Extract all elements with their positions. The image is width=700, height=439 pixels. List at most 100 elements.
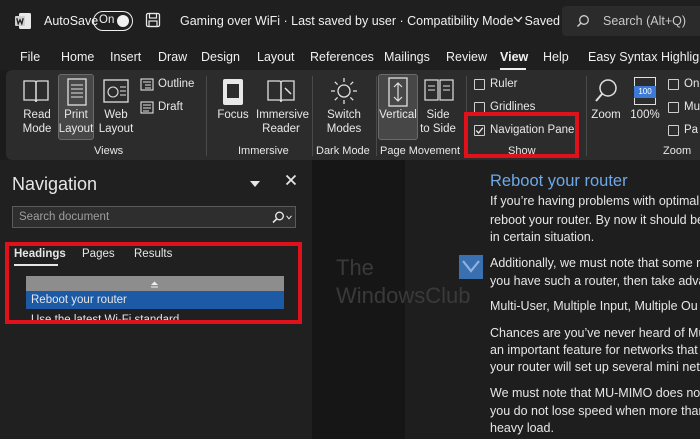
save-icon[interactable] <box>145 12 161 28</box>
outline-icon <box>140 78 154 91</box>
close-icon[interactable] <box>285 174 297 186</box>
focus-icon <box>223 79 243 105</box>
read-mode-label-line2: Mode <box>22 123 52 135</box>
ruler-checkbox-box <box>474 79 485 90</box>
watermark-line1: The <box>336 255 374 280</box>
paragraph-line: you have such a router, then take advan <box>490 274 700 288</box>
zoom-100-icon-badge: 100 <box>634 86 656 98</box>
autosave-toggle[interactable]: On <box>93 11 133 31</box>
one-page-icon <box>668 79 679 90</box>
print-layout-label-line1: Print <box>64 109 88 121</box>
group-separator <box>376 76 377 156</box>
print-layout-icon <box>67 78 87 106</box>
tab-mailings[interactable]: Mailings <box>384 50 430 64</box>
dark-mode-group-label: Dark Mode <box>316 145 370 157</box>
zoom-group-label: Zoom <box>663 145 692 157</box>
tab-insert[interactable]: Insert <box>110 50 141 64</box>
read-mode-label: Read Mode <box>20 108 54 136</box>
document-heading: Reboot your router <box>490 172 628 190</box>
immersive-reader-label-line2: Reader <box>262 123 300 135</box>
outline-label: Outline <box>158 78 195 90</box>
print-layout-label: Print Layout <box>58 108 94 136</box>
tab-layout[interactable]: Layout <box>257 50 295 64</box>
multiple-pages-label: Mu <box>684 101 700 113</box>
tab-draw[interactable]: Draw <box>158 50 187 64</box>
focus-label: Focus <box>217 109 249 121</box>
windows-club-logo-icon <box>459 255 483 279</box>
chevron-down-icon[interactable] <box>513 14 523 24</box>
zoom-label: Zoom <box>591 109 621 121</box>
paragraph-line: We must note that MU-MIMO does not <box>490 386 700 400</box>
paragraph-line: your router will set up several mini net… <box>490 360 700 374</box>
side-to-side-icon <box>424 79 454 101</box>
chevron-down-icon[interactable] <box>286 215 292 220</box>
navigation-title: Navigation <box>12 174 98 194</box>
vertical-label: Vertical <box>379 109 417 121</box>
page-width-icon <box>668 125 679 136</box>
paragraph-line: heavy load. <box>490 421 554 435</box>
paragraph-line: Multi-User, Multiple Input, Multiple Ou <box>490 299 698 313</box>
ruler-label: Ruler <box>490 78 518 90</box>
paragraph-line: an important feature for networks that <box>490 343 698 357</box>
magnifier-icon <box>595 79 617 102</box>
navigation-pane: Navigation Search document Headings Page… <box>0 160 312 439</box>
immersive-reader-label: Immersive Reader <box>256 108 310 136</box>
immersive-reader-icon <box>267 80 295 103</box>
multiple-pages-icon <box>668 102 679 113</box>
vertical-page-icon <box>388 77 408 107</box>
tab-home[interactable]: Home <box>61 50 94 64</box>
web-layout-label-line2: Layout <box>98 123 134 135</box>
search-placeholder: Search (Alt+Q) <box>603 14 687 28</box>
tab-file[interactable]: File <box>20 50 40 64</box>
immersive-group-label: Immersive <box>238 145 289 157</box>
tab-easy-syntax-highlighter[interactable]: Easy Syntax Highlighte <box>588 50 700 64</box>
page-movement-group-label: Page Movement <box>380 145 461 157</box>
search-box[interactable]: Search (Alt+Q) <box>562 6 700 36</box>
search-icon <box>577 15 589 27</box>
navigation-pane-highlight <box>464 112 579 158</box>
tab-help[interactable]: Help <box>543 50 569 64</box>
group-separator <box>206 76 207 156</box>
document-search-input[interactable]: Search document <box>12 206 296 228</box>
zoom-100-icon: 100 <box>634 77 656 105</box>
search-icon[interactable] <box>271 211 285 224</box>
draft-icon <box>140 101 154 114</box>
switch-modes-label-line1: Switch <box>327 109 361 121</box>
autosave-label: AutoSave <box>44 14 99 28</box>
side-to-side-label-line2: to Side <box>420 123 456 135</box>
tab-references[interactable]: References <box>310 50 374 64</box>
document-search-placeholder: Search document <box>19 211 110 223</box>
paragraph-line: reboot your router. By now it should be <box>490 213 700 227</box>
paragraph-line: If you’re having problems with optimal <box>490 194 700 208</box>
web-layout-icon <box>103 79 129 103</box>
toggle-knob <box>117 15 129 27</box>
print-layout-label-line2: Layout <box>58 123 94 135</box>
switch-modes-label: Switch Modes <box>324 108 364 136</box>
tab-review[interactable]: Review <box>446 50 487 64</box>
headings-highlight <box>5 242 302 324</box>
paragraph-line: Chances are you’ve never heard of Mul <box>490 326 700 340</box>
paragraph-line: in certain situation. <box>490 230 595 244</box>
web-layout-label: Web Layout <box>98 108 134 136</box>
paragraph-line: Additionally, we must note that some r <box>490 256 700 270</box>
document-title[interactable]: Gaming over WiFi · Last saved by user · … <box>180 14 560 28</box>
read-mode-icon <box>23 80 49 103</box>
word-logo-icon <box>15 13 31 29</box>
tab-design[interactable]: Design <box>201 50 240 64</box>
pane-options-icon[interactable] <box>250 180 260 188</box>
paragraph-line: you do not lose speed when more than <box>490 404 700 418</box>
side-to-side-label: Side to Side <box>418 108 458 136</box>
read-mode-label-line1: Read <box>23 109 51 121</box>
tab-view[interactable]: View <box>500 50 528 64</box>
one-page-label: On <box>684 78 700 90</box>
web-layout-label-line1: Web <box>104 109 128 121</box>
group-separator <box>312 76 313 156</box>
watermark-line2: WindowsClub <box>336 283 471 308</box>
title-bar: AutoSave On Gaming over WiFi · Last save… <box>0 0 700 42</box>
zoom-100-label: 100% <box>630 109 660 121</box>
page-width-label: Pa <box>684 124 699 136</box>
toggle-state-label: On <box>99 14 115 26</box>
immersive-reader-label-line1: Immersive <box>256 109 310 121</box>
draft-label: Draft <box>158 101 183 113</box>
switch-modes-label-line2: Modes <box>326 123 362 135</box>
